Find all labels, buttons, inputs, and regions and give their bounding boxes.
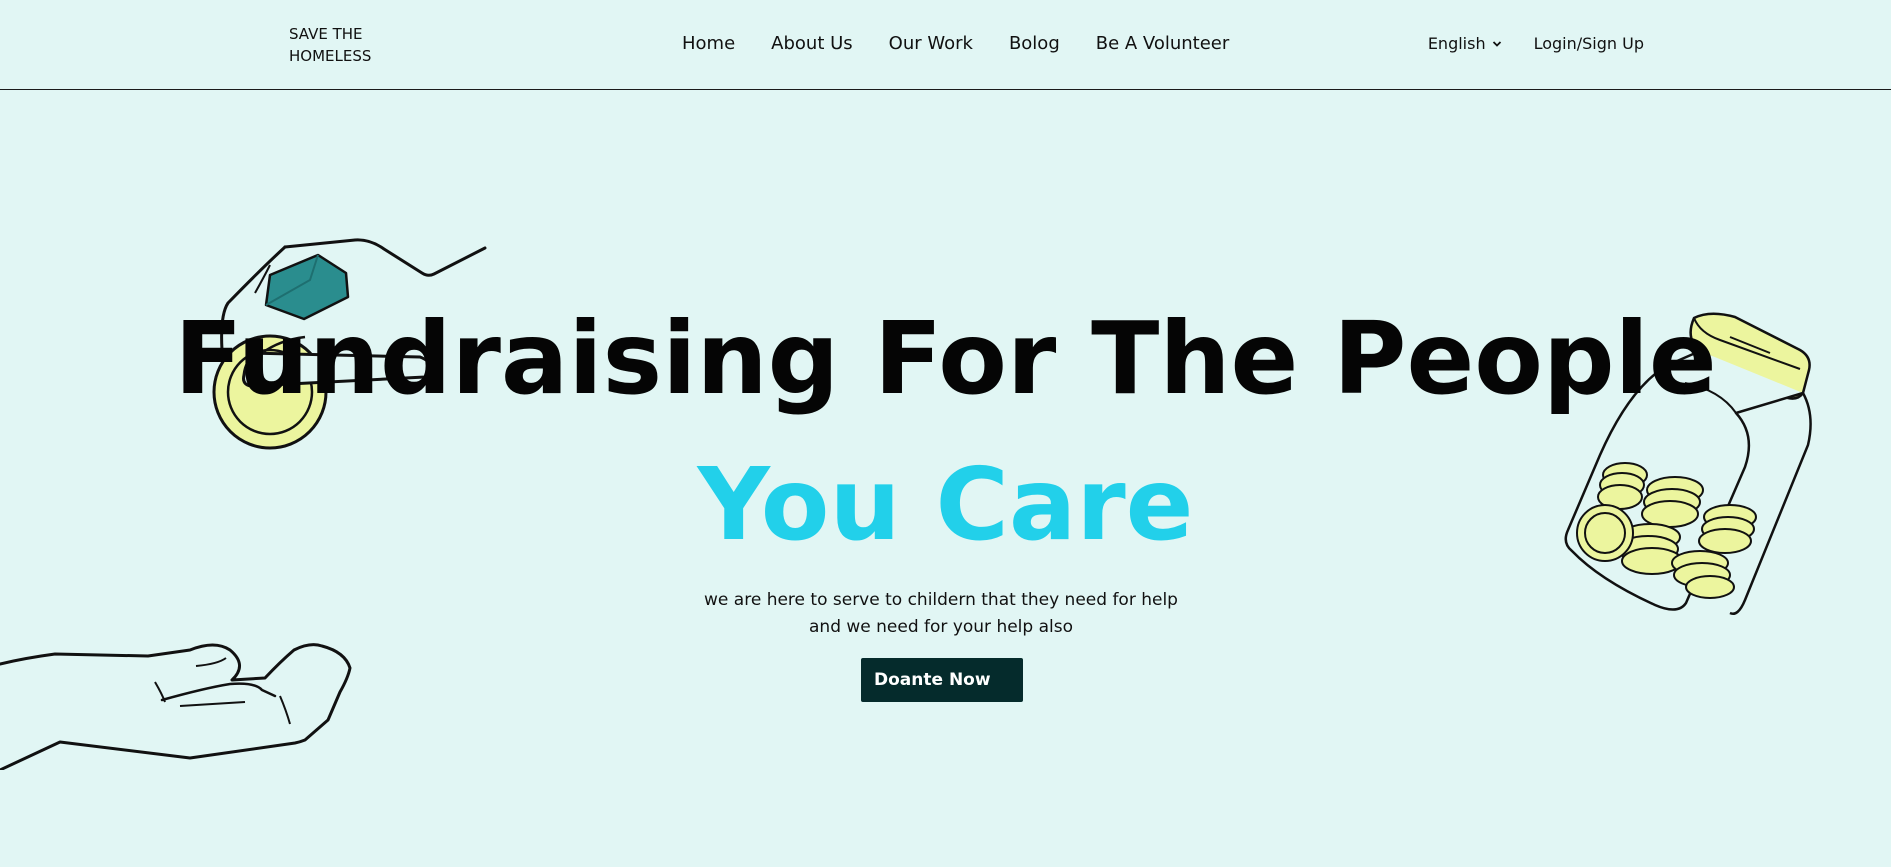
login-signup-link[interactable]: Login/Sign Up [1534,34,1644,53]
language-selector[interactable]: English [1428,34,1502,53]
nav-blog[interactable]: Bolog [1009,33,1060,54]
hero-subtitle: we are here to serve to childern that th… [704,590,1178,637]
hero-title: Fundraising For The People [174,300,1717,417]
brand-logo-text[interactable]: SAVE THE HOMELESS [289,23,399,67]
nav-right-group: English Login/Sign Up [1428,34,1644,53]
main-nav: Home About Us Our Work Bolog Be A Volunt… [682,33,1229,54]
donate-now-button[interactable]: Doante Now [861,658,1023,702]
top-navbar: SAVE THE HOMELESS Home About Us Our Work… [0,0,1891,90]
nav-home[interactable]: Home [682,33,735,54]
chevron-down-icon [1492,40,1501,47]
hero-accent-title: You Care [697,446,1194,563]
nav-about-us[interactable]: About Us [771,33,853,54]
nav-our-work[interactable]: Our Work [889,33,973,54]
nav-be-a-volunteer[interactable]: Be A Volunteer [1096,33,1230,54]
language-label: English [1427,34,1486,53]
receiving-hand-illustration [0,643,352,770]
